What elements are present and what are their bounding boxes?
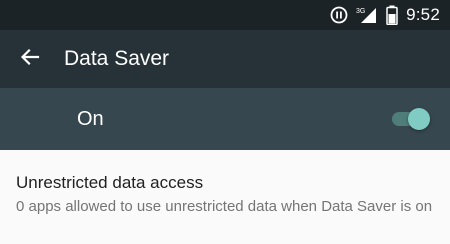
status-time: 9:52	[406, 5, 440, 24]
toggle-thumb	[408, 108, 430, 130]
master-switch-label: On	[77, 107, 104, 130]
back-button[interactable]	[0, 30, 60, 88]
battery-icon	[386, 5, 398, 25]
page-title: Data Saver	[64, 47, 170, 70]
signal-icon: 3G	[356, 6, 378, 24]
master-switch-bar[interactable]: On	[0, 88, 450, 150]
preference-summary: 0 apps allowed to use unrestricted data …	[16, 198, 433, 215]
app-bar: Data Saver	[0, 30, 450, 88]
network-type-label: 3G	[356, 8, 365, 15]
pause-circle-icon	[330, 6, 348, 24]
preference-title: Unrestricted data access	[16, 173, 204, 192]
preference-item-unrestricted-data[interactable]: Unrestricted data access 0 apps allowed …	[0, 150, 450, 217]
status-bar: 3G 9:52	[0, 0, 450, 30]
data-saver-toggle[interactable]	[390, 107, 430, 131]
arrow-back-icon	[20, 47, 40, 72]
